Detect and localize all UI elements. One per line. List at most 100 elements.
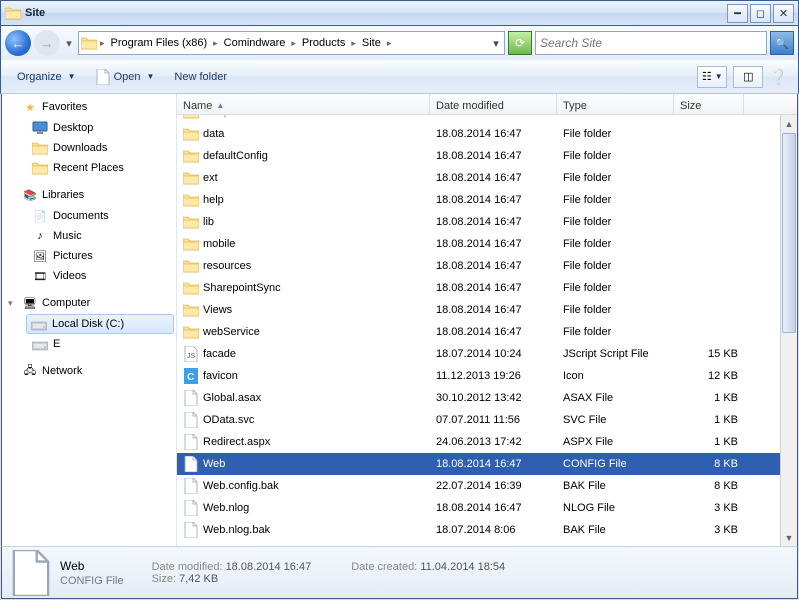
chevron-right-icon[interactable]: ▸	[385, 38, 394, 49]
file-name: defaultConfig	[203, 150, 268, 162]
file-type: File folder	[557, 194, 674, 206]
chevron-right-icon[interactable]: ▸	[289, 38, 298, 49]
monitor-icon	[32, 120, 48, 136]
column-header-name[interactable]: Name ▲	[177, 94, 430, 114]
file-row[interactable]: Web.config.bak22.07.2014 16:39BAK File8 …	[177, 475, 797, 497]
file-size: 8 KB	[674, 458, 744, 470]
file-row[interactable]: mobile18.08.2014 16:47File folder	[177, 233, 797, 255]
file-type: BAK File	[557, 480, 674, 492]
folder-icon	[183, 214, 199, 230]
column-header-type[interactable]: Type	[557, 94, 674, 114]
file-date: 18.08.2014 16:47	[430, 326, 557, 338]
file-type: File folder	[557, 282, 674, 294]
refresh-button[interactable]: ⟳	[508, 31, 532, 55]
sidebar-item-desktop[interactable]: Desktop	[2, 118, 176, 138]
sidebar-item-local-disk-c[interactable]: Local Disk (C:)	[26, 314, 174, 334]
breadcrumb-segment[interactable]: Site	[358, 32, 385, 54]
file-row[interactable]: SharepointSync18.08.2014 16:47File folde…	[177, 277, 797, 299]
chevron-right-icon[interactable]: ▸	[211, 38, 220, 49]
file-date: 11.12.2013 19:26	[430, 370, 557, 382]
sidebar-item-documents[interactable]: 📄Documents	[2, 206, 176, 226]
view-options-button[interactable]: ☷▼	[697, 66, 727, 88]
c-icon	[183, 368, 199, 384]
file-row[interactable]: Redirect.aspx24.06.2013 17:42ASPX File1 …	[177, 431, 797, 453]
file-size: 8 KB	[674, 480, 744, 492]
file-row[interactable]: lib18.08.2014 16:47File folder	[177, 211, 797, 233]
file-size: 3 KB	[674, 524, 744, 536]
file-row[interactable]: help18.08.2014 16:47File folder	[177, 189, 797, 211]
sidebar-item-music[interactable]: ♪Music	[2, 226, 176, 246]
scroll-thumb[interactable]	[782, 133, 796, 333]
sidebar-item-recent[interactable]: Recent Places	[2, 158, 176, 178]
file-size: 1 KB	[674, 436, 744, 448]
open-button[interactable]: Open▼	[90, 66, 161, 88]
file-list[interactable]: compiled18.08.2014 16:47File folderdata1…	[177, 115, 797, 546]
file-date: 18.08.2014 16:47	[430, 458, 557, 470]
maximize-button[interactable]: ◻	[750, 4, 771, 23]
file-icon	[183, 500, 199, 516]
history-dropdown[interactable]: ▾	[63, 31, 75, 55]
file-pane: Name ▲ Date modified Type Size compiled1…	[177, 94, 797, 546]
file-date: 18.07.2014 8:06	[430, 524, 557, 536]
breadcrumb[interactable]: ▸ Program Files (x86) ▸ Comindware ▸ Pro…	[78, 31, 505, 55]
file-row[interactable]: ext18.08.2014 16:47File folder	[177, 167, 797, 189]
file-date: 18.07.2014 10:24	[430, 348, 557, 360]
file-row[interactable]: Global.asax30.10.2012 13:42ASAX File1 KB	[177, 387, 797, 409]
minimize-button[interactable]: ━	[727, 4, 748, 23]
file-row[interactable]: Web18.08.2014 16:47CONFIG File8 KB	[177, 453, 797, 475]
file-row[interactable]: Web.nlog.bak18.07.2014 8:06BAK File3 KB	[177, 519, 797, 541]
breadcrumb-segment[interactable]: Comindware	[220, 32, 290, 54]
sidebar-item-videos[interactable]: 🎞Videos	[2, 266, 176, 286]
file-icon	[96, 69, 110, 85]
chevron-right-icon[interactable]: ▸	[349, 38, 358, 49]
sidebar-item-downloads[interactable]: Downloads	[2, 138, 176, 158]
close-button[interactable]: ✕	[773, 4, 794, 23]
file-date: 24.06.2013 17:42	[430, 436, 557, 448]
search-input[interactable]	[536, 36, 766, 50]
help-button[interactable]: ❔	[769, 68, 788, 86]
computer-header[interactable]: ▾🖥Computer	[2, 292, 176, 314]
file-icon	[183, 478, 199, 494]
column-header-size[interactable]: Size	[674, 94, 744, 114]
scroll-up-button[interactable]: ▲	[781, 115, 797, 132]
chevron-right-icon[interactable]: ▸	[98, 38, 107, 49]
detail-date-modified: 18.08.2014 16:47	[226, 561, 312, 573]
forward-button[interactable]: →	[34, 30, 60, 56]
file-date: 18.08.2014 16:47	[430, 216, 557, 228]
organize-button[interactable]: Organize▼	[11, 68, 82, 86]
file-date: 18.08.2014 16:47	[430, 172, 557, 184]
back-button[interactable]: ←	[5, 30, 31, 56]
file-row[interactable]: defaultConfig18.08.2014 16:47File folder	[177, 145, 797, 167]
breadcrumb-segment[interactable]: Program Files (x86)	[107, 32, 212, 54]
new-folder-button[interactable]: New folder	[168, 68, 233, 86]
scroll-down-button[interactable]: ▼	[781, 529, 797, 546]
file-name: Redirect.aspx	[203, 436, 270, 448]
sidebar-item-drive-e[interactable]: E	[2, 334, 176, 354]
file-row[interactable]: Views18.08.2014 16:47File folder	[177, 299, 797, 321]
file-row[interactable]: facade18.07.2014 10:24JScript Script Fil…	[177, 343, 797, 365]
file-row[interactable]: resources18.08.2014 16:47File folder	[177, 255, 797, 277]
libraries-header[interactable]: 📚Libraries	[2, 184, 176, 206]
breadcrumb-dropdown[interactable]: ▾	[489, 37, 503, 50]
network-header[interactable]: 🖧Network	[2, 360, 176, 382]
file-name: facade	[203, 348, 236, 360]
window-title: Site	[25, 7, 727, 19]
folder-icon	[183, 236, 199, 252]
preview-pane-button[interactable]: ◫	[733, 66, 763, 88]
file-row[interactable]: favicon11.12.2013 19:26Icon12 KB	[177, 365, 797, 387]
file-row[interactable]: Web.nlog18.08.2014 16:47NLOG File3 KB	[177, 497, 797, 519]
search-button[interactable]: 🔍	[770, 31, 794, 55]
sidebar-item-pictures[interactable]: 🖼Pictures	[2, 246, 176, 266]
file-name: data	[203, 128, 224, 140]
file-row[interactable]: OData.svc07.07.2011 11:56SVC File1 KB	[177, 409, 797, 431]
file-row[interactable]: compiled18.08.2014 16:47File folder	[177, 115, 797, 123]
search-box[interactable]	[535, 31, 767, 55]
file-row[interactable]: webService18.08.2014 16:47File folder	[177, 321, 797, 343]
detail-date-created: 11.04.2014 18:54	[420, 561, 505, 573]
breadcrumb-segment[interactable]: Products	[298, 32, 349, 54]
file-date: 30.10.2012 13:42	[430, 392, 557, 404]
column-header-date[interactable]: Date modified	[430, 94, 557, 114]
scrollbar-vertical[interactable]: ▲ ▼	[780, 115, 797, 546]
file-row[interactable]: data18.08.2014 16:47File folder	[177, 123, 797, 145]
favorites-header[interactable]: ★Favorites	[2, 96, 176, 118]
